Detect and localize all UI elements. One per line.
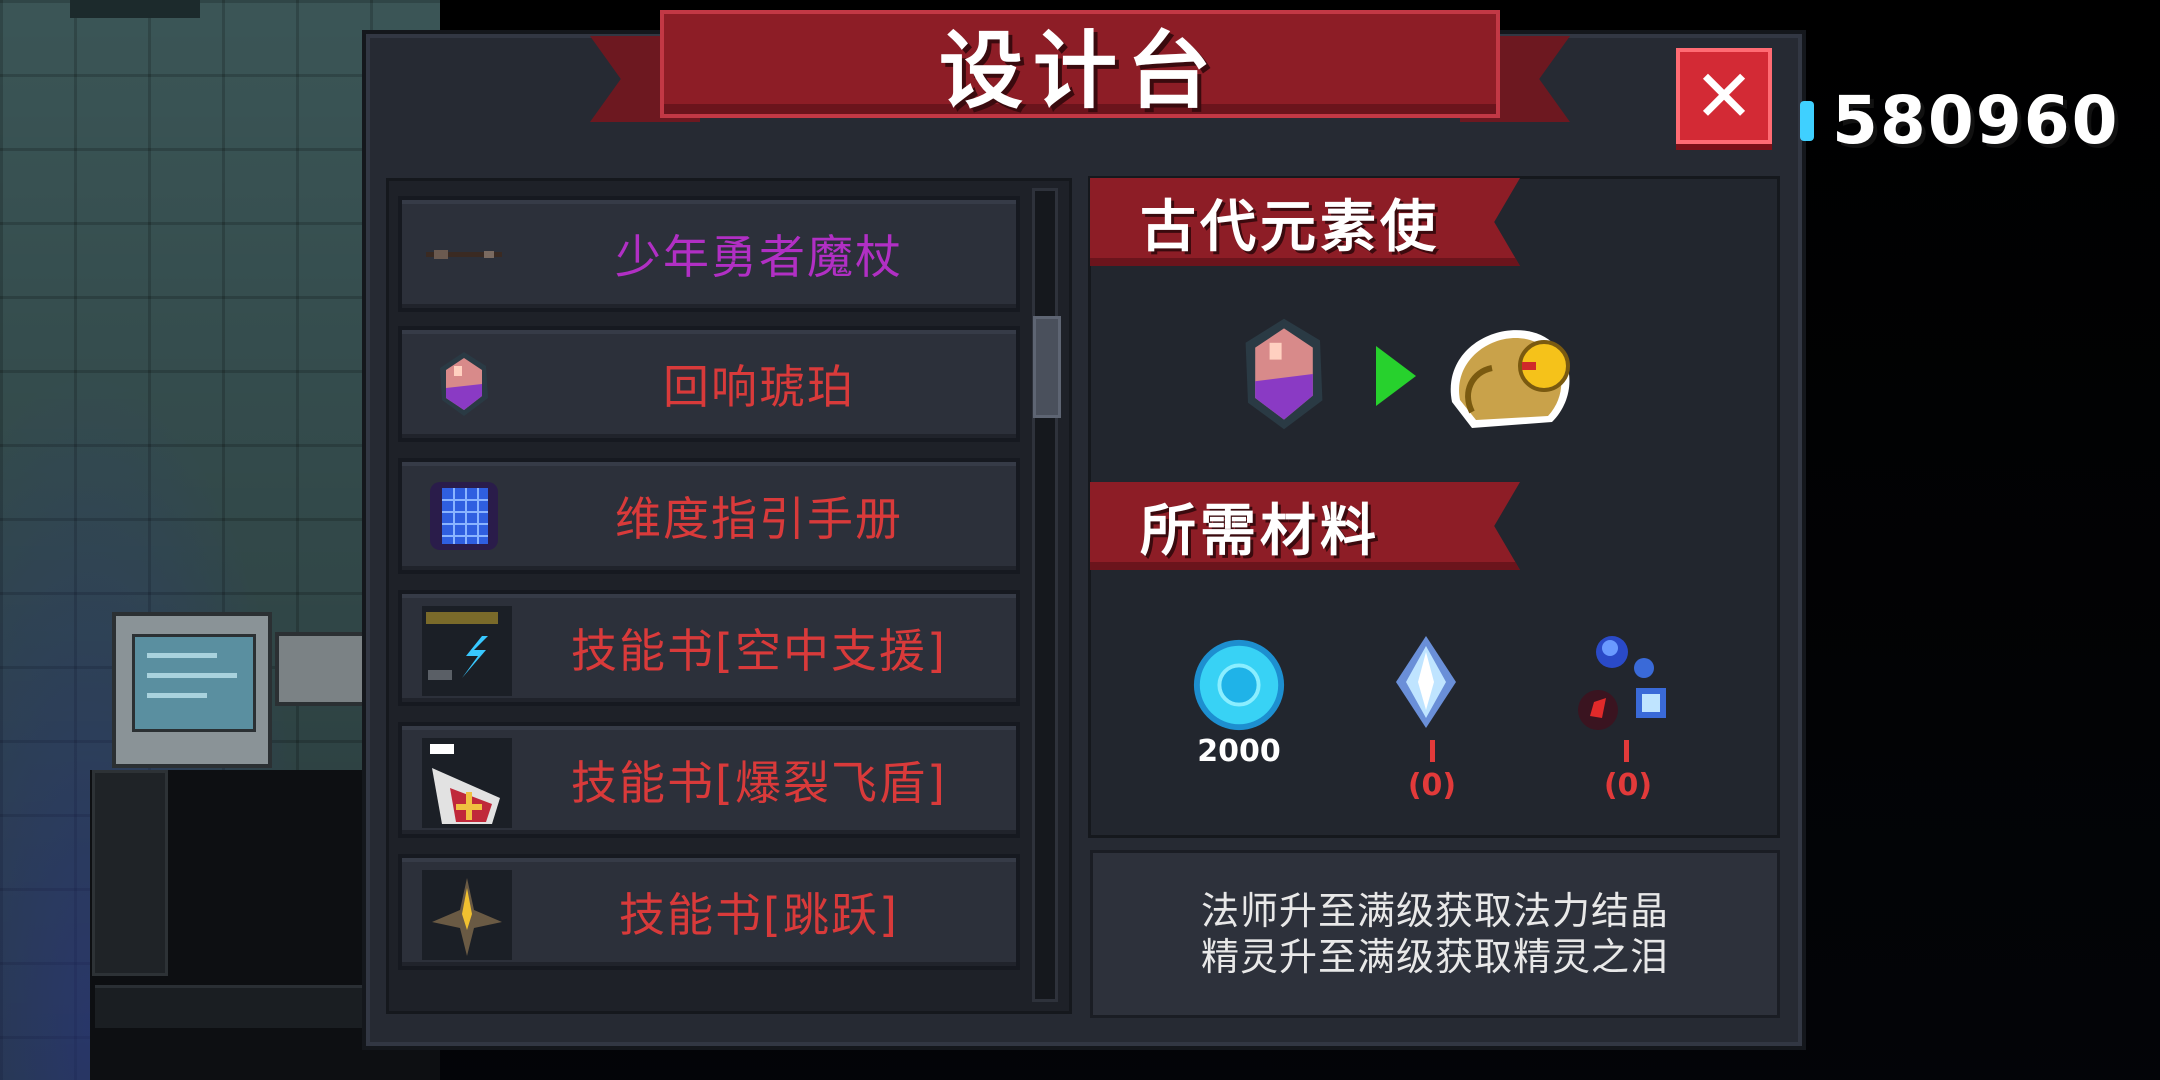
material-count: (0) [1407,768,1457,803]
recipe-name: 少年勇者魔杖 [615,230,903,284]
shield-book-icon [422,738,512,828]
currency-display: 580960 [1800,82,2120,159]
recipe-item[interactable]: 维度指引手册 [398,458,1020,574]
manual-icon [430,482,498,550]
recipe-name: 技能书[跳跃] [619,888,899,942]
recipe-item[interactable]: 少年勇者魔杖 [398,196,1020,312]
materials-title: 所需材料 [1140,498,1380,564]
room-wall-segment [70,0,200,18]
material-dash [1430,740,1435,762]
list-scrollbar[interactable] [1032,188,1058,1002]
ancient-elementalist-icon [1450,330,1570,428]
list-scroll-thumb[interactable] [1033,316,1061,418]
description-line: 法师升至满级获取法力结晶 [1200,889,1669,933]
title-banner-body: 设计台 [660,10,1500,120]
recipe-name: 技能书[空中支援] [571,624,947,678]
desk-object [275,632,373,706]
result-name: 古代元素使 [1140,194,1440,260]
amber-gem-icon [1245,318,1323,430]
description-box: 法师升至满级获取法力结晶 精灵升至满级获取精灵之泪 [1090,850,1780,1018]
jump-book-icon [422,870,512,960]
recipe-item[interactable]: 技能书[跳跃] [398,854,1020,970]
blue-coin-icon [1193,639,1285,731]
recipe-item[interactable]: 技能书[爆裂飞盾] [398,722,1020,838]
description-line: 精灵升至满级获取精灵之泪 [1200,935,1669,979]
close-x-icon: ✕ [1693,54,1755,138]
close-button[interactable]: ✕ [1676,48,1772,144]
recipe-item[interactable]: 技能书[空中支援] [398,590,1020,706]
material-count: (0) [1603,768,1653,803]
material-dash [1624,740,1629,762]
recipe-name: 回响琥珀 [663,360,855,414]
title-banner: 设计台 [590,10,1570,122]
recipe-name: 维度指引手册 [615,492,903,546]
amber-gem-icon [440,352,488,416]
gem-icon [1800,100,1814,141]
panel-title: 设计台 [938,21,1221,120]
air-support-book-icon [422,606,512,696]
recipe-name: 技能书[爆裂飞盾] [571,756,947,810]
currency-value: 580960 [1832,82,2120,159]
result-banner: 古代元素使 [1090,178,1520,266]
recipe-item[interactable]: 回响琥珀 [398,326,1020,442]
pillar [92,770,168,976]
materials-banner: 所需材料 [1090,482,1520,570]
wand-icon [426,250,502,259]
computer-terminal [112,612,272,768]
craft-arrow-icon [1376,346,1416,406]
mana-crystal-icon [1396,636,1456,728]
material-count: 2000 [1197,734,1281,769]
computer-screen [132,634,256,732]
spirit-tear-icon [1578,636,1666,730]
